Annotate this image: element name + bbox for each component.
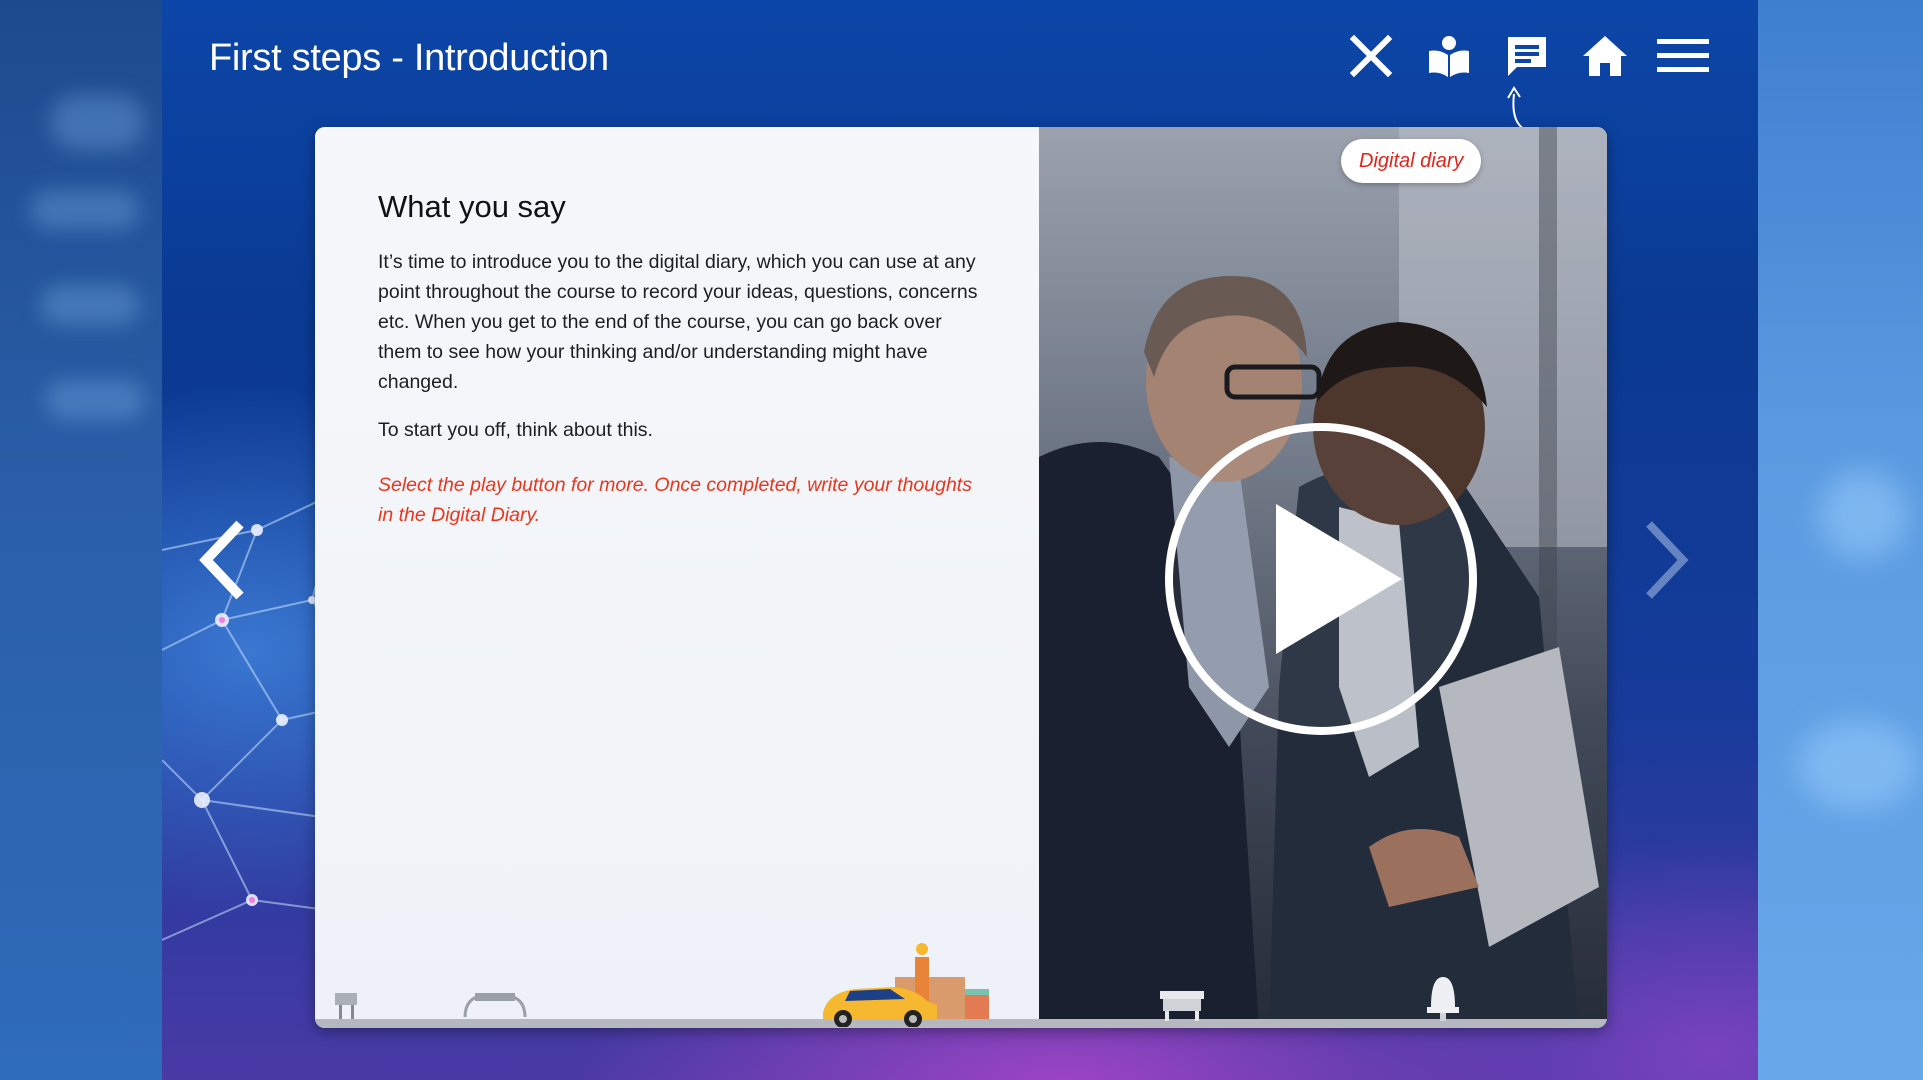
close-button[interactable] xyxy=(1342,28,1400,84)
progress-track xyxy=(315,1019,1607,1028)
content-prompt: To start you off, think about this. xyxy=(378,419,653,441)
course-player: First steps - Introduction What you say … xyxy=(162,0,1758,1080)
chat-bubble-icon xyxy=(1508,37,1546,76)
chevron-left-icon xyxy=(199,520,244,600)
play-button[interactable] xyxy=(1164,422,1478,736)
digital-diary-button[interactable]: Digital diary xyxy=(1341,139,1482,183)
content-card: What you say It’s time to introduce you … xyxy=(315,127,1607,1028)
home-icon xyxy=(1583,36,1627,76)
content-body: It’s time to introduce you to the digita… xyxy=(378,251,978,393)
book-reader-icon xyxy=(1429,36,1469,77)
hamburger-menu-icon xyxy=(1657,39,1709,72)
page-title: First steps - Introduction xyxy=(209,37,609,79)
content-heading: What you say xyxy=(378,189,566,224)
background-right-panel xyxy=(1758,0,1923,1080)
glossary-button[interactable] xyxy=(1420,28,1478,84)
text-panel: What you say It’s time to introduce you … xyxy=(315,127,1039,1028)
video-panel xyxy=(1039,127,1607,1028)
digital-diary-label: Digital diary xyxy=(1359,149,1464,172)
previous-page-button[interactable] xyxy=(187,515,257,605)
next-page-button[interactable] xyxy=(1632,515,1702,605)
chevron-right-icon xyxy=(1646,521,1689,599)
close-icon xyxy=(1349,34,1393,78)
content-instruction: Select the play button for more. Once co… xyxy=(378,474,972,526)
digital-diary-toolbar-button[interactable] xyxy=(1498,28,1556,84)
background-left-panel xyxy=(0,0,162,1080)
play-icon xyxy=(1165,423,1477,735)
menu-button[interactable] xyxy=(1654,28,1712,84)
home-button[interactable] xyxy=(1576,28,1634,84)
